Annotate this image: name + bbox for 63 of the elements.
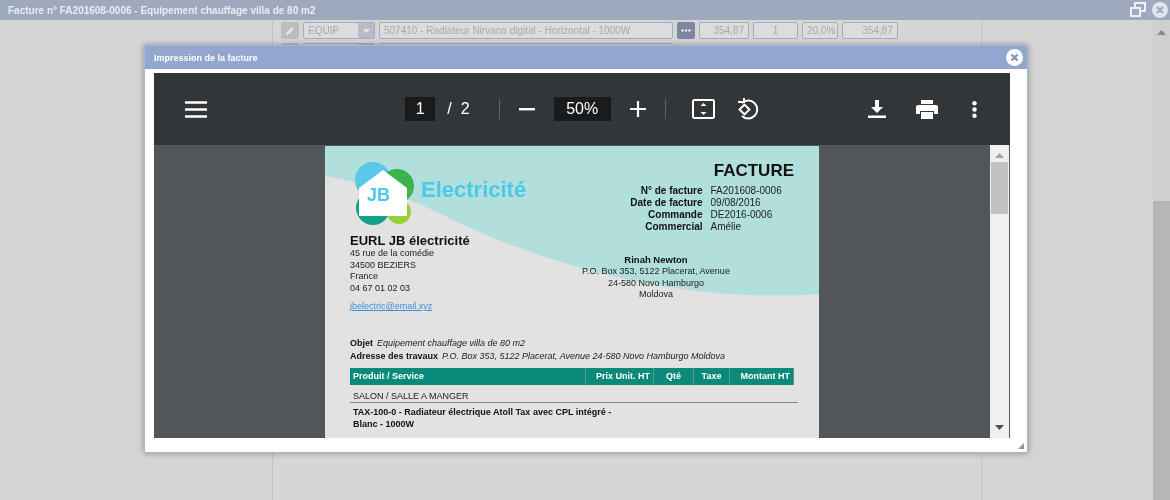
info-value: FA201608-0006 [710,185,783,197]
restore-icon[interactable] [1130,2,1146,18]
site-address-value: P.O. Box 353, 5122 Placerat, Avenue 24-580 Novo Hamburgo Moldova [442,350,726,361]
company-name: EURL JB électricité [350,233,470,248]
logo-icon [353,162,415,226]
dialog-title: Impression de la facture [154,52,259,63]
info-label: Commercial [644,221,703,233]
column-header: Produit / Service [350,367,586,385]
subject-value: Equipement chauffage villa de 80 m2 [377,337,526,348]
page-count: 2 [460,100,470,118]
zoom-field[interactable]: 50% [553,97,611,121]
info-value: Amélie [710,221,743,233]
column-header: Taxe [694,367,730,385]
company-address-line: 04 67 01 02 03 [350,283,412,295]
logo-initials: JB [367,185,390,206]
info-label: N° de facture [639,185,703,197]
zoom-out-icon[interactable] [518,107,535,111]
section-heading: SALON / SALLE A MANGER [350,390,798,403]
scroll-up-icon[interactable] [1157,30,1166,35]
scrollbar-thumb[interactable] [1153,201,1170,500]
info-value: 09/08/2016 [710,197,762,209]
page-separator: / [447,100,452,118]
column-header: Montant HT [730,367,794,385]
caret-icon [362,28,370,33]
more-button[interactable] [677,22,695,39]
email-link[interactable]: jbelectric@email.xyz [350,300,433,311]
site-address-label: Adresse des travaux [350,350,439,361]
close-icon[interactable] [1006,49,1023,66]
client-address-line: P.O. Box 353, 5122 Placerat, Avenue [581,266,731,278]
invoice-heading: FACTURE [713,162,794,180]
client-address-line: 24-580 Novo Hamburgo [606,277,706,290]
scroll-up-icon[interactable] [995,153,1004,158]
pencil-icon [285,25,295,36]
item-title: TAX-100-0 - Radiateur électrique Atoll Tax avec CPL intégré - Blanc - 1000W [353,405,613,430]
edit-button[interactable] [281,22,299,39]
info-value: DE2016-0006 [710,209,774,221]
company-address-line: France [350,271,379,284]
logo-text: Electricité [421,177,527,203]
info-label: Commande [647,209,703,221]
fit-page-icon[interactable] [691,99,715,119]
client-name: Rinah Newton [623,253,689,266]
close-icon[interactable] [1152,2,1168,18]
company-address-line: 45 rue de la comédie [350,248,436,260]
column-header: Prix Unit. HT [586,367,654,385]
print-icon[interactable] [916,99,938,119]
rotate-icon[interactable] [735,97,759,121]
scrollbar[interactable] [1153,20,1170,500]
menu-icon[interactable] [185,100,207,118]
page-number-field[interactable]: 1 [405,97,436,121]
resize-grip-icon[interactable] [1018,443,1024,449]
subject-label: Objet [350,337,373,348]
zoom-in-icon[interactable] [629,101,646,117]
download-icon[interactable] [868,100,886,118]
company-address-line: 34500 BEZIERS [350,259,418,272]
dots-icon [681,29,691,32]
more-options-icon[interactable] [972,100,977,118]
window-title: Facture n° FA201608-0006 - Equipement chauffage villa de 80 m2 [8,4,317,16]
info-label: Date de facture [629,197,703,209]
scroll-down-icon[interactable] [995,425,1004,430]
column-header: Qté [654,367,694,385]
scrollbar-thumb[interactable] [991,162,1008,214]
scrollbar[interactable] [990,145,1009,438]
client-address-line: Moldova [638,289,674,302]
